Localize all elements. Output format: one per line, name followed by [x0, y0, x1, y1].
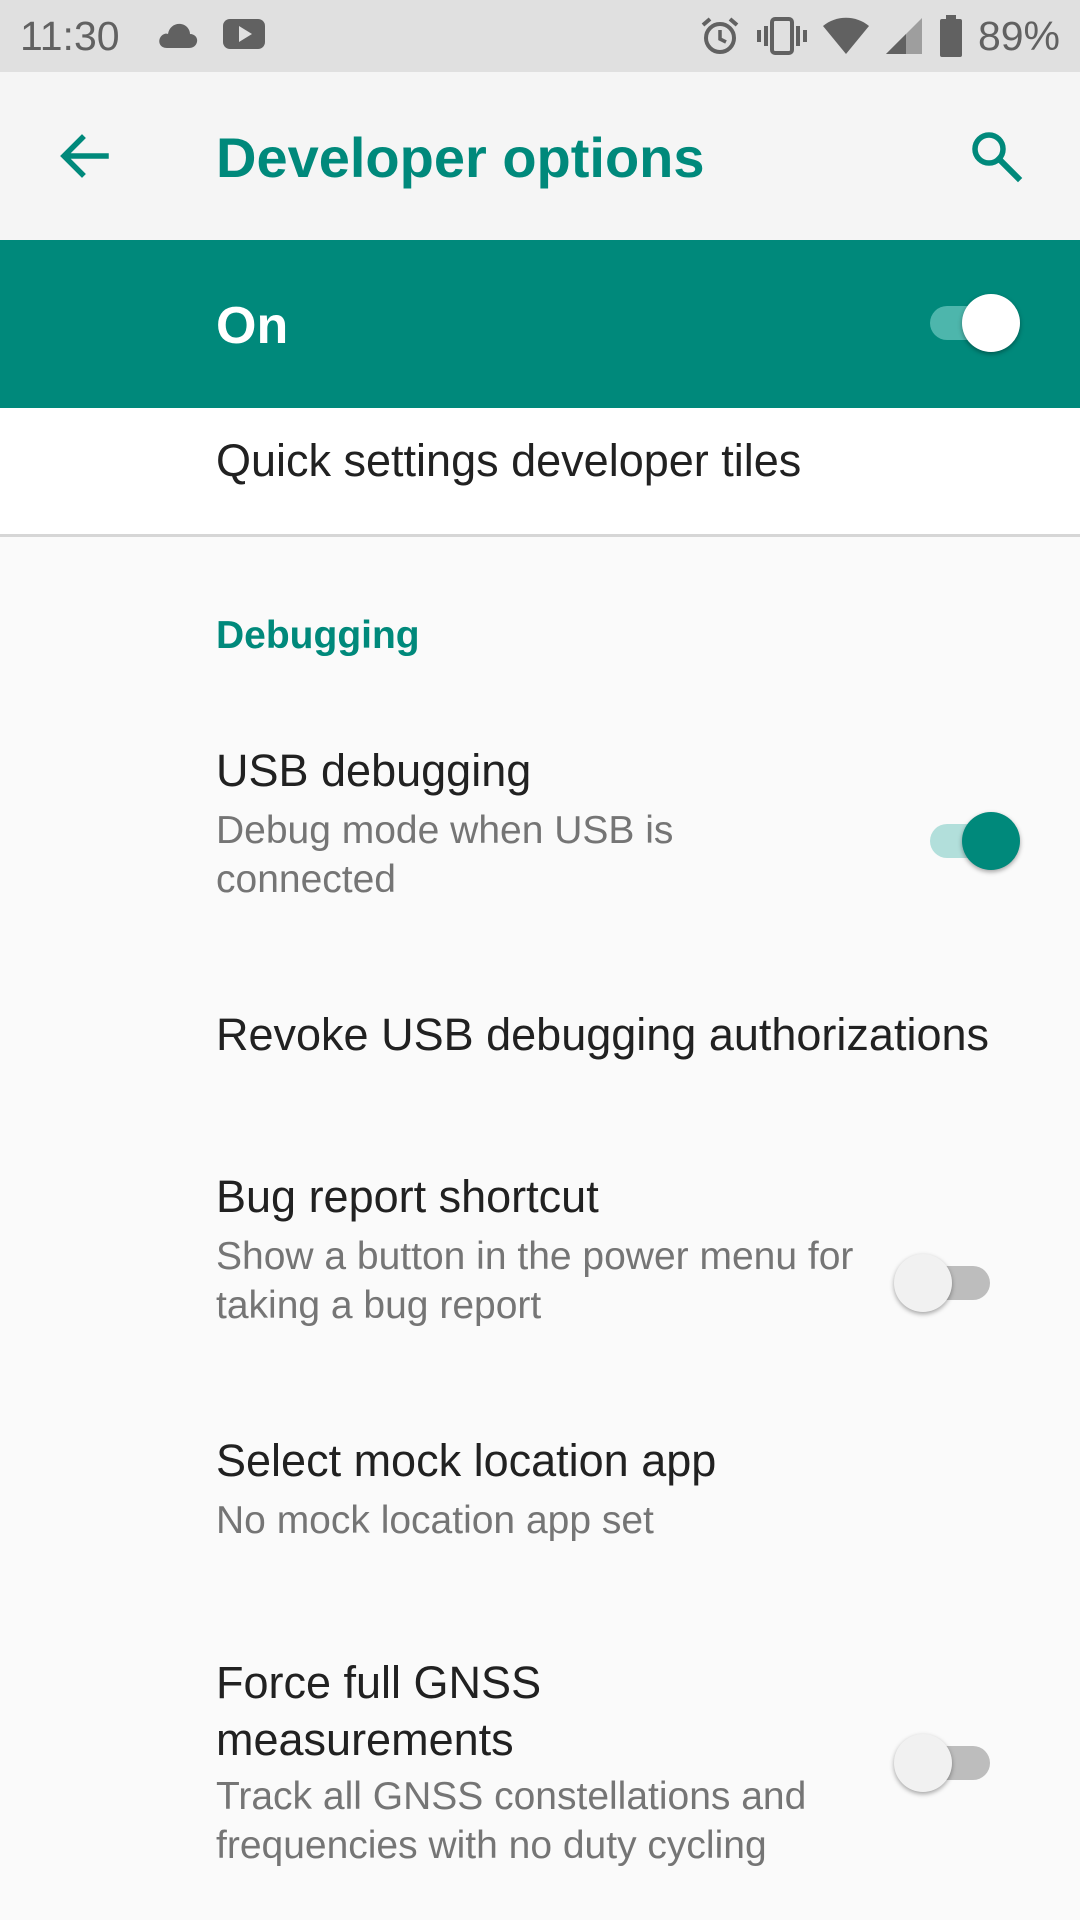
battery-percentage: 89% — [977, 13, 1060, 59]
back-arrow-icon — [60, 134, 109, 178]
search-button[interactable] — [956, 116, 1036, 196]
status-time: 11:30 — [20, 13, 120, 59]
battery-icon — [939, 15, 962, 57]
row-title: Force full GNSS measurements — [216, 1657, 542, 1765]
usb-debugging-switch[interactable] — [914, 806, 1024, 876]
switch-thumb — [962, 812, 1020, 870]
row-title: Quick settings developer tiles — [216, 435, 802, 486]
force-gnss-switch[interactable] — [894, 1728, 1004, 1798]
switch-thumb — [894, 1254, 952, 1312]
vibrate-icon — [756, 17, 807, 55]
master-switch-bar[interactable]: On — [0, 240, 1080, 408]
usb-debugging-row[interactable]: USB debugging Debug mode when USB is con… — [0, 720, 1080, 930]
cloud-icon — [159, 23, 198, 48]
switch-thumb — [894, 1734, 952, 1792]
row-title: USB debugging — [216, 745, 532, 796]
section-header-debugging: Debugging — [216, 614, 420, 657]
quick-settings-tiles-row[interactable]: Quick settings developer tiles — [0, 408, 1080, 537]
row-summary: Track all GNSS constellations and freque… — [216, 1775, 807, 1867]
revoke-usb-authorizations-row[interactable]: Revoke USB debugging authorizations — [0, 970, 1080, 1100]
row-summary: No mock location app set — [216, 1499, 654, 1542]
status-right-icons: 89% — [698, 12, 1060, 60]
back-button[interactable] — [44, 116, 124, 196]
app-bar: Developer options — [0, 72, 1080, 240]
bug-report-shortcut-row[interactable]: Bug report shortcut Show a button in the… — [0, 1150, 1080, 1360]
row-summary: Debug mode when USB is connected — [216, 809, 674, 901]
bug-report-shortcut-switch[interactable] — [894, 1248, 1004, 1318]
wifi-icon — [822, 17, 869, 54]
search-icon — [972, 132, 1023, 183]
row-title: Bug report shortcut — [216, 1171, 599, 1222]
row-title: Select mock location app — [216, 1435, 717, 1486]
master-switch[interactable] — [914, 288, 1024, 358]
mock-location-app-row[interactable]: Select mock location app No mock locatio… — [0, 1410, 1080, 1570]
status-left-icons — [156, 14, 268, 54]
page-title: Developer options — [216, 126, 705, 189]
youtube-icon — [223, 19, 265, 49]
alarm-icon — [701, 17, 739, 54]
status-bar: 11:30 89% — [0, 0, 1080, 72]
switch-thumb — [962, 294, 1020, 352]
signal-icon — [885, 18, 922, 54]
row-summary: Show a button in the power menu for taki… — [216, 1235, 854, 1327]
force-gnss-measurements-row[interactable]: Force full GNSS measurements Track all G… — [0, 1630, 1080, 1920]
master-switch-label: On — [216, 297, 289, 355]
row-title: Revoke USB debugging authorizations — [216, 1009, 989, 1060]
